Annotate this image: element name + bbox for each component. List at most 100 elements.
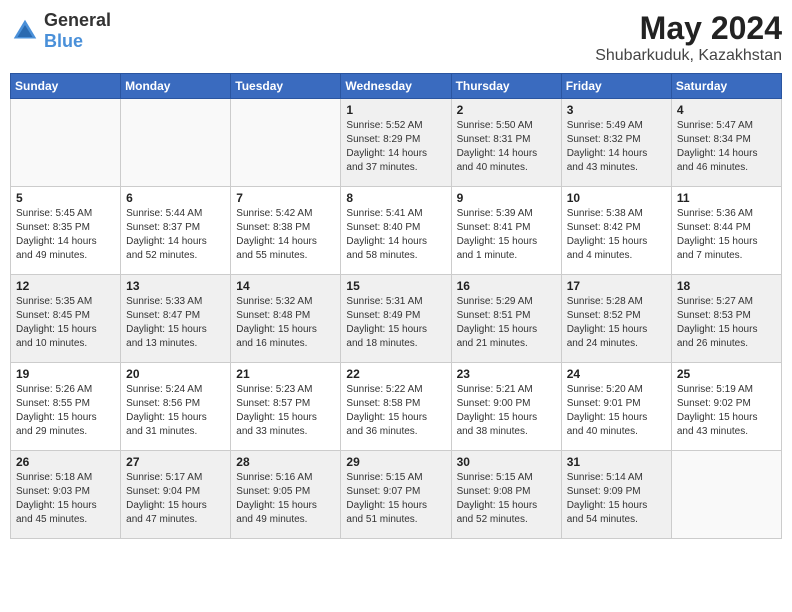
day-number: 7 [236,191,335,205]
calendar-cell: 23 Sunrise: 5:21 AM Sunset: 9:00 PM Dayli… [451,363,561,451]
calendar-week-row: 5Sunrise: 5:45 AM Sunset: 8:35 PM Daylig… [11,187,782,275]
day-number: 21 [236,367,335,381]
day-info: Sunrise: 5:22 AM Sunset: 8:58 PM Dayligh… [346,383,445,439]
day-number: 17 [567,279,666,293]
day-info: Sunrise: 5:26 AM Sunset: 8:55 PM Dayligh… [16,383,115,439]
day-info: Sunrise: 5:20 AM Sunset: 9:01 PM Dayligh… [567,383,666,439]
calendar-cell: 25 Sunrise: 5:19 AM Sunset: 9:02 PM Dayli… [671,363,781,451]
calendar-week-row: 19 Sunrise: 5:26 AM Sunset: 8:55 PM Dayli… [11,363,782,451]
day-number: 29 [346,455,445,469]
day-of-week-header: Thursday [451,74,561,99]
day-info: Sunrise: 5:17 AM Sunset: 9:04 PM Dayligh… [126,471,225,527]
logo-text: General Blue [44,10,111,52]
day-number: 8 [346,191,445,205]
calendar-cell: 18 Sunrise: 5:27 AM Sunset: 8:53 PM Dayli… [671,275,781,363]
calendar-cell: 4 Sunrise: 5:47 AM Sunset: 8:34 PM Daylig… [671,99,781,187]
day-info: Sunrise: 5:15 AM Sunset: 9:07 PM Dayligh… [346,471,445,527]
day-number: 15 [346,279,445,293]
calendar-cell: 20 Sunrise: 5:24 AM Sunset: 8:56 PM Dayli… [121,363,231,451]
calendar-cell: 17 Sunrise: 5:28 AM Sunset: 8:52 PM Dayli… [561,275,671,363]
day-info: Sunrise: 5:27 AM Sunset: 8:53 PM Dayligh… [677,295,776,351]
day-info: Sunrise: 5:52 AM Sunset: 8:29 PM Dayligh… [346,119,445,175]
calendar-cell: 27 Sunrise: 5:17 AM Sunset: 9:04 PM Dayli… [121,451,231,539]
day-number: 11 [677,191,776,205]
calendar-cell: 19 Sunrise: 5:26 AM Sunset: 8:55 PM Dayli… [11,363,121,451]
calendar-cell: 30 Sunrise: 5:15 AM Sunset: 9:08 PM Dayli… [451,451,561,539]
logo-general: General [44,10,111,30]
day-info: Sunrise: 5:16 AM Sunset: 9:05 PM Dayligh… [236,471,335,527]
day-number: 1 [346,103,445,117]
day-number: 19 [16,367,115,381]
day-number: 27 [126,455,225,469]
day-of-week-header: Wednesday [341,74,451,99]
day-of-week-header: Monday [121,74,231,99]
day-number: 18 [677,279,776,293]
calendar-cell: 31 Sunrise: 5:14 AM Sunset: 9:09 PM Dayli… [561,451,671,539]
calendar-week-row: 12 Sunrise: 5:35 AM Sunset: 8:45 PM Dayli… [11,275,782,363]
calendar-cell: 24Sunrise: 5:20 AM Sunset: 9:01 PM Dayli… [561,363,671,451]
day-info: Sunrise: 5:29 AM Sunset: 8:51 PM Dayligh… [457,295,556,351]
day-number: 22 [346,367,445,381]
day-number: 9 [457,191,556,205]
day-number: 16 [457,279,556,293]
day-info: Sunrise: 5:24 AM Sunset: 8:56 PM Dayligh… [126,383,225,439]
day-info: Sunrise: 5:15 AM Sunset: 9:08 PM Dayligh… [457,471,556,527]
day-info: Sunrise: 5:36 AM Sunset: 8:44 PM Dayligh… [677,207,776,263]
day-number: 23 [457,367,556,381]
calendar-cell: 7 Sunrise: 5:42 AM Sunset: 8:38 PM Daylig… [231,187,341,275]
calendar-week-row: 1 Sunrise: 5:52 AM Sunset: 8:29 PM Daylig… [11,99,782,187]
day-number: 12 [16,279,115,293]
day-info: Sunrise: 5:28 AM Sunset: 8:52 PM Dayligh… [567,295,666,351]
calendar-cell: 16 Sunrise: 5:29 AM Sunset: 8:51 PM Dayli… [451,275,561,363]
calendar-cell: 1 Sunrise: 5:52 AM Sunset: 8:29 PM Daylig… [341,99,451,187]
day-info: Sunrise: 5:33 AM Sunset: 8:47 PM Dayligh… [126,295,225,351]
calendar-cell: 9Sunrise: 5:39 AM Sunset: 8:41 PM Daylig… [451,187,561,275]
calendar-week-row: 26Sunrise: 5:18 AM Sunset: 9:03 PM Dayli… [11,451,782,539]
calendar-table: SundayMondayTuesdayWednesdayThursdayFrid… [10,73,782,539]
day-number: 31 [567,455,666,469]
day-number: 4 [677,103,776,117]
logo-blue: Blue [44,31,83,51]
day-info: Sunrise: 5:49 AM Sunset: 8:32 PM Dayligh… [567,119,666,175]
day-info: Sunrise: 5:42 AM Sunset: 8:38 PM Dayligh… [236,207,335,263]
day-info: Sunrise: 5:50 AM Sunset: 8:31 PM Dayligh… [457,119,556,175]
day-number: 2 [457,103,556,117]
day-number: 25 [677,367,776,381]
calendar-header-row: SundayMondayTuesdayWednesdayThursdayFrid… [11,74,782,99]
calendar-cell: 10Sunrise: 5:38 AM Sunset: 8:42 PM Dayli… [561,187,671,275]
day-number: 20 [126,367,225,381]
title-block: May 2024 Shubarkuduk, Kazakhstan [595,10,782,65]
calendar-cell: 29 Sunrise: 5:15 AM Sunset: 9:07 PM Dayli… [341,451,451,539]
calendar-cell: 2 Sunrise: 5:50 AM Sunset: 8:31 PM Daylig… [451,99,561,187]
calendar-cell: 3 Sunrise: 5:49 AM Sunset: 8:32 PM Daylig… [561,99,671,187]
day-number: 28 [236,455,335,469]
day-number: 5 [16,191,115,205]
day-number: 14 [236,279,335,293]
day-info: Sunrise: 5:31 AM Sunset: 8:49 PM Dayligh… [346,295,445,351]
calendar-cell: 26Sunrise: 5:18 AM Sunset: 9:03 PM Dayli… [11,451,121,539]
calendar-cell: 11 Sunrise: 5:36 AM Sunset: 8:44 PM Dayli… [671,187,781,275]
day-number: 30 [457,455,556,469]
day-number: 13 [126,279,225,293]
day-info: Sunrise: 5:21 AM Sunset: 9:00 PM Dayligh… [457,383,556,439]
day-info: Sunrise: 5:14 AM Sunset: 9:09 PM Dayligh… [567,471,666,527]
day-of-week-header: Saturday [671,74,781,99]
day-info: Sunrise: 5:19 AM Sunset: 9:02 PM Dayligh… [677,383,776,439]
calendar-cell [231,99,341,187]
page-header: General Blue May 2024 Shubarkuduk, Kazak… [10,10,782,65]
logo: General Blue [10,10,111,52]
location: Shubarkuduk, Kazakhstan [595,47,782,65]
day-info: Sunrise: 5:41 AM Sunset: 8:40 PM Dayligh… [346,207,445,263]
day-info: Sunrise: 5:35 AM Sunset: 8:45 PM Dayligh… [16,295,115,351]
calendar-cell: 6Sunrise: 5:44 AM Sunset: 8:37 PM Daylig… [121,187,231,275]
day-info: Sunrise: 5:18 AM Sunset: 9:03 PM Dayligh… [16,471,115,527]
calendar-cell: 15 Sunrise: 5:31 AM Sunset: 8:49 PM Dayli… [341,275,451,363]
day-number: 3 [567,103,666,117]
calendar-cell: 22 Sunrise: 5:22 AM Sunset: 8:58 PM Dayli… [341,363,451,451]
day-info: Sunrise: 5:47 AM Sunset: 8:34 PM Dayligh… [677,119,776,175]
day-info: Sunrise: 5:32 AM Sunset: 8:48 PM Dayligh… [236,295,335,351]
calendar-cell [121,99,231,187]
day-of-week-header: Sunday [11,74,121,99]
day-info: Sunrise: 5:44 AM Sunset: 8:37 PM Dayligh… [126,207,225,263]
month-year: May 2024 [595,10,782,47]
